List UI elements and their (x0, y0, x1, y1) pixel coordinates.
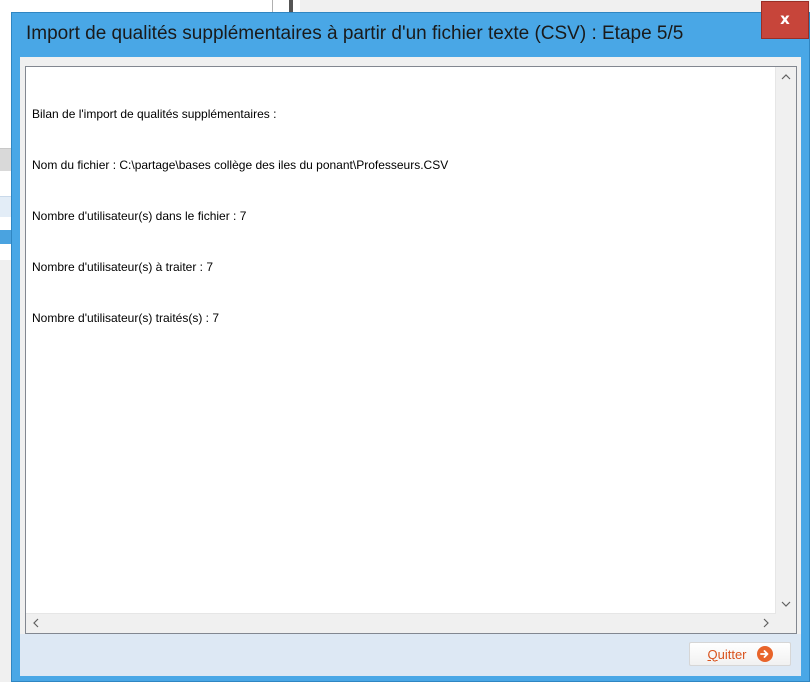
report-text: Bilan de l'import de qualités supplément… (32, 72, 772, 609)
chevron-down-icon (781, 601, 791, 607)
scroll-up-button[interactable] (777, 68, 795, 86)
title-bar[interactable]: Import de qualités supplémentaires à par… (12, 13, 809, 57)
arrow-right-circle-icon (756, 646, 773, 662)
report-line: Nombre d'utilisateur(s) dans le fichier … (32, 209, 247, 223)
report-textarea[interactable]: Bilan de l'import de qualités supplément… (25, 66, 797, 634)
footer-bar: Quitter (20, 634, 801, 676)
report-line: Bilan de l'import de qualités supplément… (32, 107, 277, 121)
scroll-down-button[interactable] (777, 595, 795, 613)
scroll-corner (776, 614, 796, 633)
scroll-right-button[interactable] (757, 614, 775, 632)
chevron-up-icon (781, 74, 791, 80)
quit-button-label: Quitter (707, 646, 747, 662)
chevron-left-icon (33, 618, 39, 628)
window-title: Import de qualités supplémentaires à par… (26, 23, 684, 44)
quit-button[interactable]: Quitter (689, 642, 791, 666)
close-button[interactable]: x (761, 1, 809, 39)
dialog-client-area: Bilan de l'import de qualités supplément… (20, 57, 801, 676)
close-icon: x (780, 10, 790, 28)
chevron-right-icon (763, 618, 769, 628)
report-line: Nombre d'utilisateur(s) traités(s) : 7 (32, 311, 220, 325)
import-dialog: Import de qualités supplémentaires à par… (11, 1, 810, 682)
report-line: Nombre d'utilisateur(s) à traiter : 7 (32, 260, 214, 274)
vertical-scrollbar[interactable] (775, 67, 796, 614)
scroll-left-button[interactable] (27, 614, 45, 632)
report-line: Nom du fichier : C:\partage\bases collèg… (32, 158, 449, 172)
horizontal-scrollbar[interactable] (26, 613, 776, 633)
